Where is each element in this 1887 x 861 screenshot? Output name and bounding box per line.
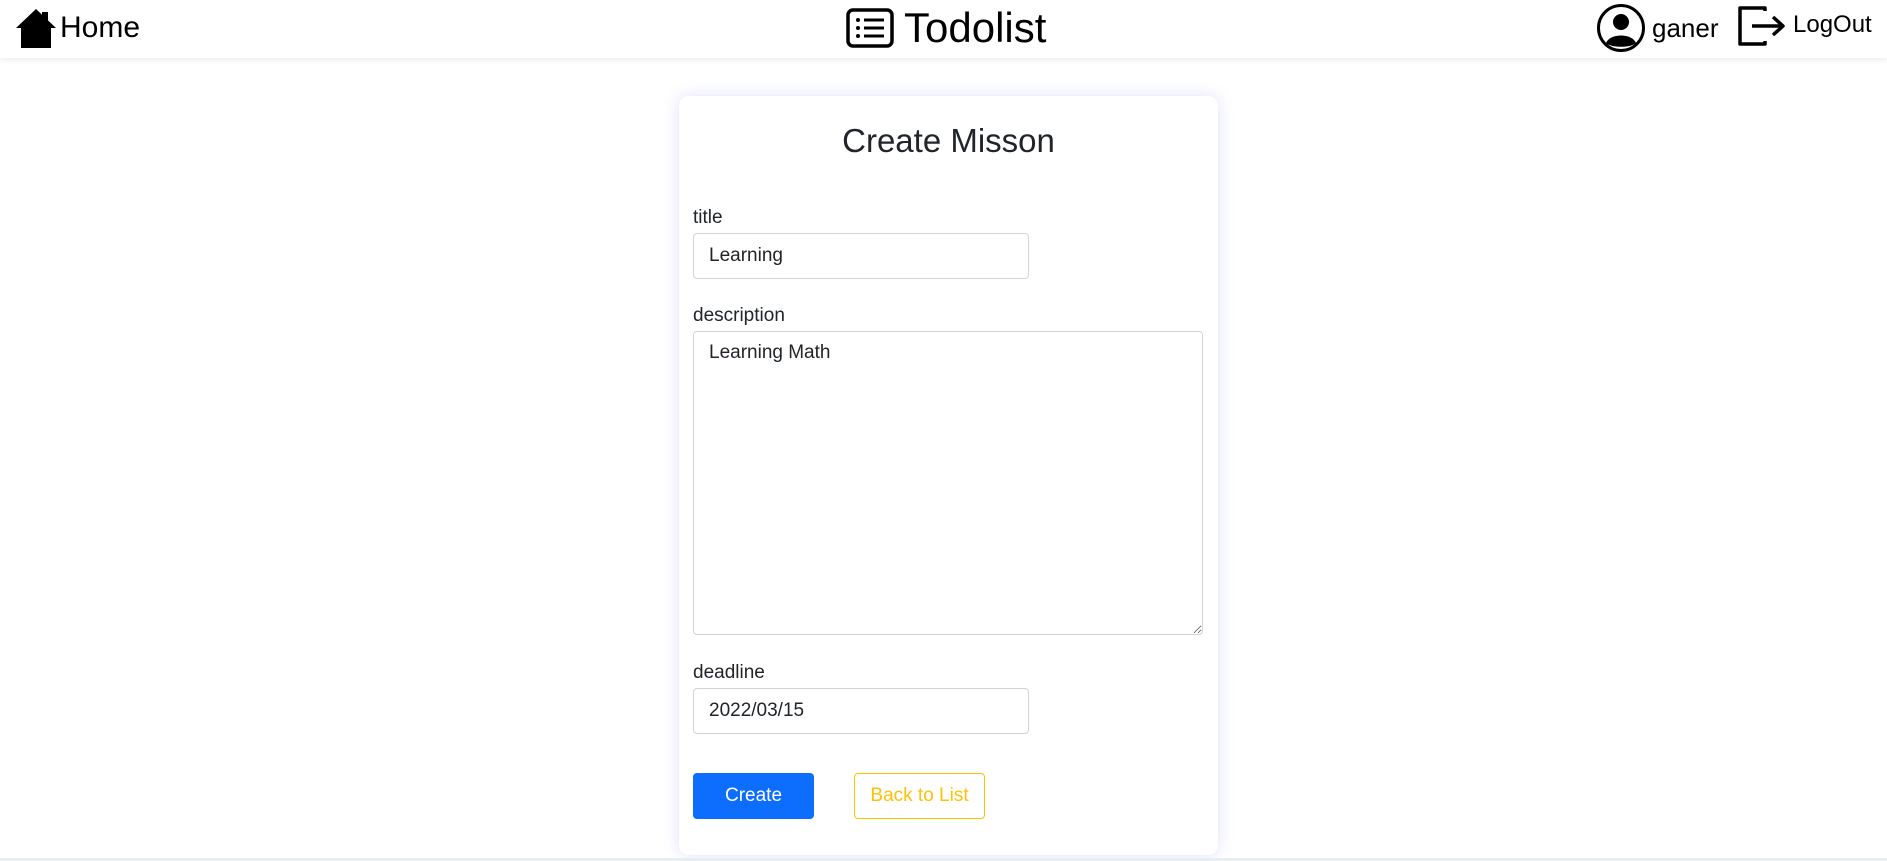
person-circle-icon <box>1597 4 1645 52</box>
description-textarea[interactable]: Learning Math <box>693 331 1203 635</box>
deadline-label: deadline <box>693 662 765 683</box>
logout-label: LogOut <box>1793 11 1872 38</box>
description-label: description <box>693 305 785 326</box>
title-label: title <box>693 207 723 228</box>
back-to-list-button[interactable]: Back to List <box>854 773 985 819</box>
list-icon <box>846 8 894 48</box>
box-arrow-right-icon <box>1738 6 1785 46</box>
brand-label: Todolist <box>904 4 1047 51</box>
user-menu[interactable]: ganer <box>1596 2 1719 54</box>
user-name: ganer <box>1652 12 1719 43</box>
home-label: Home <box>60 11 141 44</box>
create-mission-card: Create Misson title description Learning… <box>679 96 1218 855</box>
create-button[interactable]: Create <box>693 773 814 819</box>
logout-link[interactable]: LogOut <box>1737 2 1872 50</box>
title-input[interactable] <box>693 233 1029 279</box>
house-icon <box>16 9 56 48</box>
deadline-input[interactable] <box>693 688 1029 734</box>
navbar: Home Todolist ganer LogOut <box>0 0 1887 58</box>
form-heading: Create Misson <box>842 122 1055 159</box>
brand[interactable]: Todolist <box>846 4 1046 52</box>
home-link[interactable]: Home <box>14 4 140 52</box>
